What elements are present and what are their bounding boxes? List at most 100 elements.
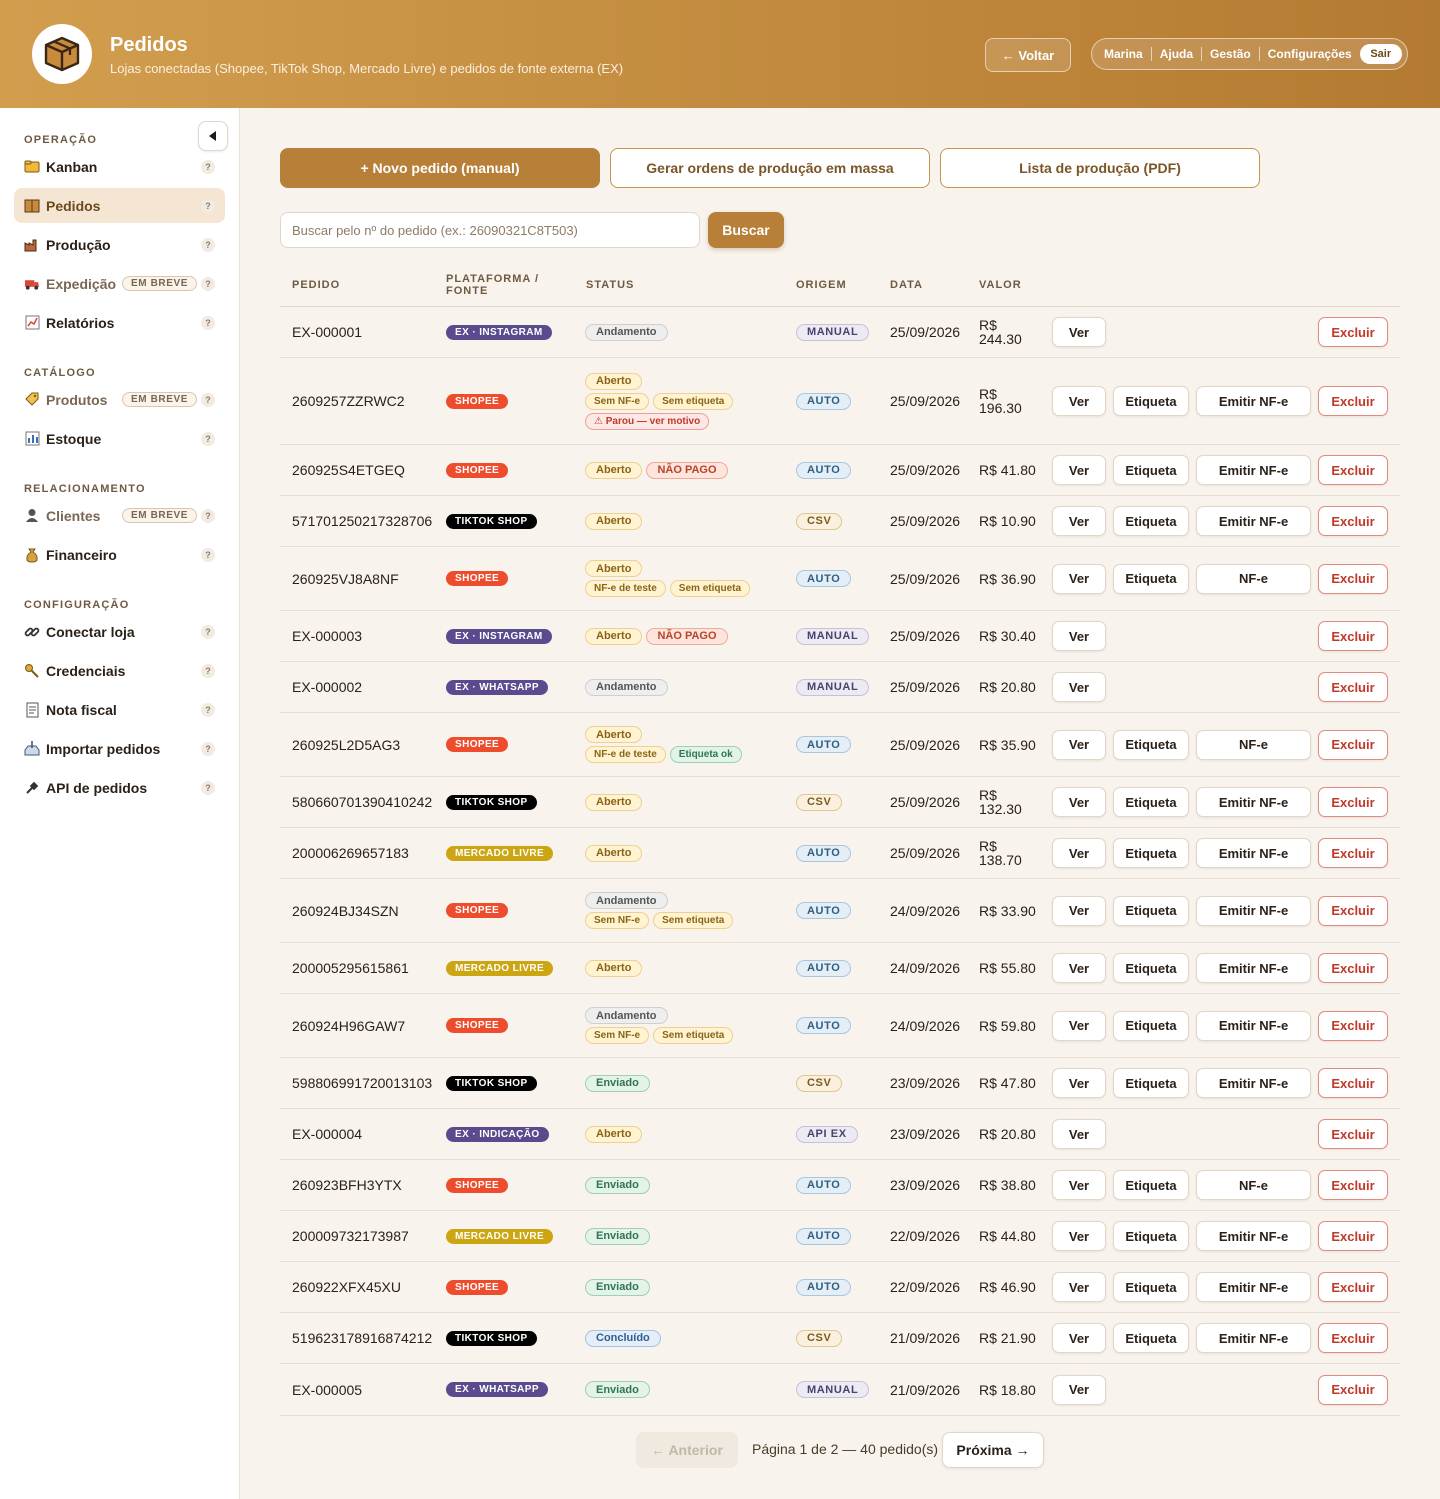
help-link[interactable]: Ajuda bbox=[1160, 47, 1193, 61]
label-button[interactable]: Etiqueta bbox=[1113, 506, 1189, 536]
view-button[interactable]: Ver bbox=[1052, 1221, 1106, 1251]
sidebar-item-credenciais[interactable]: Credenciais ? bbox=[14, 653, 225, 688]
label-button[interactable]: Etiqueta bbox=[1113, 787, 1189, 817]
view-button[interactable]: Ver bbox=[1052, 1010, 1106, 1041]
view-button[interactable]: Ver bbox=[1052, 953, 1106, 983]
delete-button[interactable]: Excluir bbox=[1318, 729, 1388, 760]
search-button[interactable]: Buscar bbox=[708, 212, 784, 248]
delete-button[interactable]: Excluir bbox=[1318, 838, 1388, 868]
nfe-button[interactable]: NF-e bbox=[1196, 729, 1311, 760]
sidebar-item-kanban[interactable]: Kanban ? bbox=[14, 149, 225, 184]
help-icon[interactable]: ? bbox=[201, 277, 215, 291]
sidebar-item-estoque[interactable]: Estoque ? bbox=[14, 421, 225, 456]
sidebar-item-pedidos[interactable]: Pedidos ? bbox=[14, 188, 225, 223]
label-button[interactable]: Etiqueta bbox=[1113, 1221, 1189, 1251]
label-button[interactable]: Etiqueta bbox=[1113, 455, 1189, 485]
back-button[interactable]: ← Voltar bbox=[985, 38, 1071, 72]
delete-button[interactable]: Excluir bbox=[1318, 621, 1388, 651]
new-order-button[interactable]: + Novo pedido (manual) bbox=[280, 148, 600, 188]
sidebar-item-nota-fiscal[interactable]: Nota fiscal ? bbox=[14, 692, 225, 727]
nfe-button[interactable]: Emitir NF-e bbox=[1196, 1010, 1311, 1041]
sidebar-item-financeiro[interactable]: Financeiro ? bbox=[14, 537, 225, 572]
label-button[interactable]: Etiqueta bbox=[1113, 1323, 1189, 1353]
settings-link[interactable]: Configurações bbox=[1268, 47, 1352, 61]
sidebar-item-importar-pedidos[interactable]: Importar pedidos ? bbox=[14, 731, 225, 766]
nfe-button[interactable]: Emitir NF-e bbox=[1196, 1068, 1311, 1098]
view-button[interactable]: Ver bbox=[1052, 729, 1106, 760]
nfe-button[interactable]: Emitir NF-e bbox=[1196, 1272, 1311, 1302]
view-button[interactable]: Ver bbox=[1052, 1374, 1106, 1405]
label-button[interactable]: Etiqueta bbox=[1113, 838, 1189, 868]
nfe-button[interactable]: Emitir NF-e bbox=[1196, 455, 1311, 485]
next-page-button[interactable]: Próxima → bbox=[942, 1432, 1044, 1468]
view-button[interactable]: Ver bbox=[1052, 1272, 1106, 1302]
collapse-sidebar-button[interactable] bbox=[198, 121, 228, 151]
status-badge[interactable]: ⚠ Parou — ver motivo bbox=[585, 412, 710, 430]
delete-button[interactable]: Excluir bbox=[1318, 953, 1388, 983]
delete-button[interactable]: Excluir bbox=[1318, 672, 1388, 702]
label-button[interactable]: Etiqueta bbox=[1113, 1010, 1189, 1041]
sidebar-item-expedicao[interactable]: Expedição EM BREVE ? bbox=[14, 266, 225, 301]
nfe-button[interactable]: NF-e bbox=[1196, 1170, 1311, 1200]
nfe-button[interactable]: Emitir NF-e bbox=[1196, 386, 1311, 416]
search-input[interactable] bbox=[280, 212, 700, 248]
label-button[interactable]: Etiqueta bbox=[1113, 953, 1189, 983]
logout-button[interactable]: Sair bbox=[1359, 44, 1402, 64]
delete-button[interactable]: Excluir bbox=[1318, 1374, 1388, 1405]
help-icon[interactable]: ? bbox=[201, 432, 215, 446]
label-button[interactable]: Etiqueta bbox=[1113, 563, 1189, 594]
help-icon[interactable]: ? bbox=[201, 393, 215, 407]
view-button[interactable]: Ver bbox=[1052, 672, 1106, 702]
nfe-button[interactable]: Emitir NF-e bbox=[1196, 787, 1311, 817]
delete-button[interactable]: Excluir bbox=[1318, 1272, 1388, 1302]
label-button[interactable]: Etiqueta bbox=[1113, 895, 1189, 926]
help-icon[interactable]: ? bbox=[201, 781, 215, 795]
label-button[interactable]: Etiqueta bbox=[1113, 1272, 1189, 1302]
view-button[interactable]: Ver bbox=[1052, 787, 1106, 817]
nfe-button[interactable]: Emitir NF-e bbox=[1196, 1323, 1311, 1353]
help-icon[interactable]: ? bbox=[201, 703, 215, 717]
nfe-button[interactable]: Emitir NF-e bbox=[1196, 506, 1311, 536]
sidebar-item-produtos[interactable]: Produtos EM BREVE ? bbox=[14, 382, 225, 417]
view-button[interactable]: Ver bbox=[1052, 1068, 1106, 1098]
view-button[interactable]: Ver bbox=[1052, 838, 1106, 868]
delete-button[interactable]: Excluir bbox=[1318, 563, 1388, 594]
help-icon[interactable]: ? bbox=[201, 548, 215, 562]
view-button[interactable]: Ver bbox=[1052, 506, 1106, 536]
sidebar-item-producao[interactable]: Produção ? bbox=[14, 227, 225, 262]
help-icon[interactable]: ? bbox=[201, 160, 215, 174]
view-button[interactable]: Ver bbox=[1052, 455, 1106, 485]
view-button[interactable]: Ver bbox=[1052, 1119, 1106, 1149]
management-link[interactable]: Gestão bbox=[1210, 47, 1251, 61]
label-button[interactable]: Etiqueta bbox=[1113, 1170, 1189, 1200]
sidebar-item-api-de-pedidos[interactable]: API de pedidos ? bbox=[14, 770, 225, 805]
previous-page-button[interactable]: ← Anterior bbox=[636, 1432, 738, 1468]
delete-button[interactable]: Excluir bbox=[1318, 1323, 1388, 1353]
help-icon[interactable]: ? bbox=[201, 509, 215, 523]
help-icon[interactable]: ? bbox=[201, 238, 215, 252]
delete-button[interactable]: Excluir bbox=[1318, 1119, 1388, 1149]
view-button[interactable]: Ver bbox=[1052, 317, 1106, 347]
help-icon[interactable]: ? bbox=[201, 625, 215, 639]
label-button[interactable]: Etiqueta bbox=[1113, 386, 1189, 416]
delete-button[interactable]: Excluir bbox=[1318, 1010, 1388, 1041]
view-button[interactable]: Ver bbox=[1052, 1323, 1106, 1353]
nfe-button[interactable]: NF-e bbox=[1196, 563, 1311, 594]
delete-button[interactable]: Excluir bbox=[1318, 317, 1388, 347]
delete-button[interactable]: Excluir bbox=[1318, 386, 1388, 416]
delete-button[interactable]: Excluir bbox=[1318, 787, 1388, 817]
help-icon[interactable]: ? bbox=[201, 664, 215, 678]
delete-button[interactable]: Excluir bbox=[1318, 1170, 1388, 1200]
view-button[interactable]: Ver bbox=[1052, 1170, 1106, 1200]
nfe-button[interactable]: Emitir NF-e bbox=[1196, 1221, 1311, 1251]
delete-button[interactable]: Excluir bbox=[1318, 506, 1388, 536]
sidebar-item-conectar-loja[interactable]: Conectar loja ? bbox=[14, 614, 225, 649]
view-button[interactable]: Ver bbox=[1052, 386, 1106, 416]
nfe-button[interactable]: Emitir NF-e bbox=[1196, 895, 1311, 926]
mass-production-button[interactable]: Gerar ordens de produção em massa bbox=[610, 148, 930, 188]
view-button[interactable]: Ver bbox=[1052, 563, 1106, 594]
delete-button[interactable]: Excluir bbox=[1318, 455, 1388, 485]
nfe-button[interactable]: Emitir NF-e bbox=[1196, 838, 1311, 868]
label-button[interactable]: Etiqueta bbox=[1113, 729, 1189, 760]
delete-button[interactable]: Excluir bbox=[1318, 895, 1388, 926]
